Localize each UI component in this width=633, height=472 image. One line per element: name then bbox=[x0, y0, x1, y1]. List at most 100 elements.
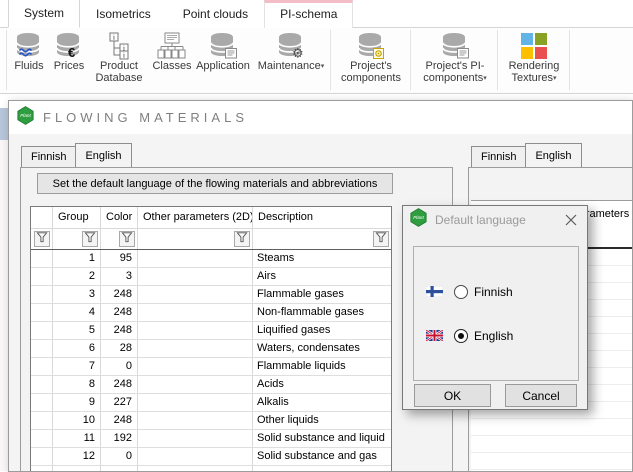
right-language-tab-english[interactable]: English bbox=[525, 143, 581, 167]
row-selector-cell[interactable] bbox=[31, 466, 53, 472]
group-cell[interactable]: 9 bbox=[53, 394, 101, 411]
ribbon-button-product-database[interactable]: iiiProduct Database bbox=[88, 28, 150, 92]
description-cell[interactable]: Non-flammable gases bbox=[253, 304, 391, 321]
row-selector-cell[interactable] bbox=[31, 322, 53, 339]
left-language-tab-english[interactable]: English bbox=[75, 143, 131, 167]
description-cell[interactable]: Steams bbox=[253, 250, 391, 267]
language-option-english[interactable]: English bbox=[426, 327, 513, 344]
table-row[interactable]: 8248 Acids bbox=[31, 376, 391, 394]
row-selector-cell[interactable] bbox=[31, 304, 53, 321]
table-row[interactable]: 195 Steams bbox=[31, 250, 391, 268]
group-cell[interactable]: 3 bbox=[53, 286, 101, 303]
filter-button[interactable] bbox=[82, 231, 98, 247]
cancel-button[interactable]: Cancel bbox=[505, 384, 577, 407]
table-row[interactable]: 628 Waters, condensates bbox=[31, 340, 391, 358]
filter-button[interactable] bbox=[234, 231, 250, 247]
description-cell[interactable]: Solid substance and gas bbox=[253, 448, 391, 465]
ribbon-tab-isometrics[interactable]: Isometrics bbox=[80, 0, 167, 28]
other-parameters-cell[interactable] bbox=[138, 304, 253, 321]
description-cell[interactable]: Solid substance and liquid bbox=[253, 430, 391, 447]
ribbon-button-project-s-components[interactable]: Project's components bbox=[333, 28, 409, 92]
row-selector-cell[interactable] bbox=[31, 376, 53, 393]
group-cell[interactable]: 5 bbox=[53, 322, 101, 339]
ribbon-button-application[interactable]: Application bbox=[194, 28, 252, 92]
set-default-language-button[interactable]: Set the default language of the flowing … bbox=[37, 173, 393, 194]
ribbon-button-classes[interactable]: Classes bbox=[150, 28, 194, 92]
group-cell[interactable]: 10 bbox=[53, 412, 101, 429]
color-cell[interactable]: 248 bbox=[101, 412, 138, 429]
table-row[interactable]: 11192 Solid substance and liquid bbox=[31, 430, 391, 448]
other-parameters-cell[interactable] bbox=[138, 430, 253, 447]
other-parameters-cell[interactable] bbox=[138, 286, 253, 303]
ok-button[interactable]: OK bbox=[414, 384, 491, 407]
other-parameters-cell[interactable] bbox=[138, 268, 253, 285]
row-selector-cell[interactable] bbox=[31, 430, 53, 447]
table-row[interactable]: 3248 Flammable gases bbox=[31, 286, 391, 304]
table-row[interactable]: 10248 Other liquids bbox=[31, 412, 391, 430]
ribbon-button-prices[interactable]: €Prices bbox=[50, 28, 88, 92]
color-cell[interactable]: 227 bbox=[101, 394, 138, 411]
ribbon-button-rendering-textures[interactable]: Rendering Textures ▾ bbox=[500, 28, 568, 92]
color-cell[interactable]: 248 bbox=[101, 322, 138, 339]
other-parameters-cell[interactable] bbox=[138, 250, 253, 267]
row-selector-cell[interactable] bbox=[31, 286, 53, 303]
color-cell[interactable]: 192 bbox=[101, 430, 138, 447]
group-cell[interactable]: 2 bbox=[53, 268, 101, 285]
other-parameters-cell[interactable] bbox=[138, 358, 253, 375]
filter-button[interactable] bbox=[373, 231, 389, 247]
radio-english[interactable] bbox=[454, 329, 468, 343]
language-option-finnish[interactable]: Finnish bbox=[426, 283, 513, 300]
table-row[interactable]: 9227 Alkalis bbox=[31, 394, 391, 412]
row-selector-cell[interactable] bbox=[31, 448, 53, 465]
row-selector-cell[interactable] bbox=[31, 340, 53, 357]
description-cell[interactable]: Flammable gases bbox=[253, 286, 391, 303]
row-selector-cell[interactable] bbox=[31, 268, 53, 285]
description-cell[interactable]: Liquified gases bbox=[253, 322, 391, 339]
description-cell[interactable]: Flammable liquids bbox=[253, 358, 391, 375]
table-row[interactable] bbox=[31, 466, 391, 472]
group-cell[interactable]: 6 bbox=[53, 340, 101, 357]
radio-finnish[interactable] bbox=[454, 285, 468, 299]
other-parameters-cell[interactable] bbox=[138, 376, 253, 393]
ribbon-tab-pi-schema[interactable]: PI-schema bbox=[264, 0, 353, 28]
other-parameters-cell[interactable] bbox=[138, 322, 253, 339]
filter-button[interactable] bbox=[34, 231, 50, 247]
group-cell[interactable]: 4 bbox=[53, 304, 101, 321]
description-cell[interactable]: Other liquids bbox=[253, 412, 391, 429]
group-cell[interactable]: 8 bbox=[53, 376, 101, 393]
group-cell[interactable]: 11 bbox=[53, 430, 101, 447]
row-selector-cell[interactable] bbox=[31, 394, 53, 411]
row-selector-cell[interactable] bbox=[31, 412, 53, 429]
table-row[interactable]: 5248 Liquified gases bbox=[31, 322, 391, 340]
other-parameters-cell[interactable] bbox=[138, 448, 253, 465]
other-parameters-cell[interactable] bbox=[138, 412, 253, 429]
ribbon-tab-system[interactable]: System bbox=[8, 0, 80, 28]
other-parameters-cell[interactable] bbox=[138, 466, 253, 472]
description-cell[interactable]: Waters, condensates bbox=[253, 340, 391, 357]
description-cell[interactable] bbox=[253, 466, 391, 472]
description-cell[interactable]: Alkalis bbox=[253, 394, 391, 411]
color-cell[interactable]: 28 bbox=[101, 340, 138, 357]
right-language-tab-finnish[interactable]: Finnish bbox=[471, 146, 526, 167]
color-cell[interactable]: 95 bbox=[101, 250, 138, 267]
row-selector-cell[interactable] bbox=[31, 250, 53, 267]
other-parameters-cell[interactable] bbox=[138, 394, 253, 411]
color-cell[interactable]: 3 bbox=[101, 268, 138, 285]
color-cell[interactable]: 248 bbox=[101, 286, 138, 303]
table-row[interactable]: 70 Flammable liquids bbox=[31, 358, 391, 376]
description-cell[interactable]: Airs bbox=[253, 268, 391, 285]
group-cell[interactable]: 12 bbox=[53, 448, 101, 465]
other-parameters-cell[interactable] bbox=[138, 340, 253, 357]
filter-button[interactable] bbox=[119, 231, 135, 247]
group-cell[interactable] bbox=[53, 466, 101, 472]
ribbon-button-project-s-pi-components[interactable]: Project's PI-components ▾ bbox=[413, 28, 497, 92]
table-row[interactable]: 120Solid substance and gas bbox=[31, 448, 391, 466]
table-row[interactable]: 23 Airs bbox=[31, 268, 391, 286]
color-cell[interactable]: 248 bbox=[101, 376, 138, 393]
close-icon[interactable] bbox=[562, 211, 580, 229]
color-cell[interactable]: 0 bbox=[101, 358, 138, 375]
left-language-tab-finnish[interactable]: Finnish bbox=[21, 146, 76, 167]
description-cell[interactable]: Acids bbox=[253, 376, 391, 393]
group-cell[interactable]: 7 bbox=[53, 358, 101, 375]
group-cell[interactable]: 1 bbox=[53, 250, 101, 267]
